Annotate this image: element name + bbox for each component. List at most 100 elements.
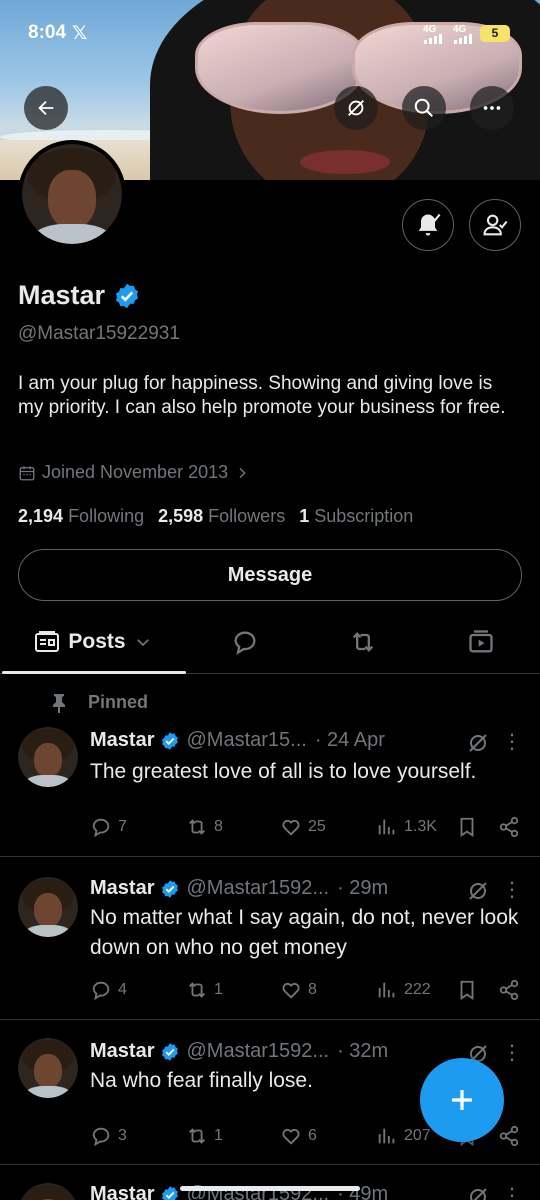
more-icon — [483, 106, 501, 110]
search-icon — [414, 98, 433, 117]
posts-tab-icon — [35, 631, 60, 652]
back-arrow-icon — [38, 100, 54, 116]
grok-icon — [348, 100, 364, 116]
post-item[interactable]: Mastar @Mastar15... · 24 Apr ⋮ The great… — [0, 685, 540, 857]
followers-stat[interactable]: 2,598 Followers — [158, 506, 285, 527]
signal-icon — [454, 34, 472, 44]
share-icon — [499, 816, 519, 838]
chevron-down-icon — [136, 639, 149, 647]
grok-button[interactable] — [334, 86, 378, 130]
reposts-tab-icon — [352, 632, 374, 652]
back-button[interactable] — [24, 86, 68, 130]
grok-icon[interactable] — [466, 1185, 490, 1200]
verified-icon — [160, 1185, 180, 1200]
post-avatar[interactable] — [18, 727, 78, 787]
message-button[interactable]: Message — [18, 549, 522, 601]
reply-icon — [92, 1127, 110, 1147]
profile-handle: @Mastar15922931 — [18, 323, 180, 344]
tab-reposts[interactable] — [304, 612, 422, 672]
tab-replies[interactable] — [186, 612, 304, 672]
post-more-icon[interactable]: ⋮ — [502, 729, 522, 754]
post-item[interactable]: Mastar @Mastar1592... · 29m ⋮ No matter … — [0, 857, 540, 1020]
profile-tabs: Posts — [0, 612, 540, 674]
post-author-name[interactable]: Mastar — [90, 1183, 154, 1200]
post-more-icon[interactable]: ⋮ — [502, 877, 522, 902]
post-more-icon[interactable]: ⋮ — [502, 1040, 522, 1065]
x-logo-icon: 𝕏 — [72, 23, 88, 44]
search-button[interactable] — [402, 86, 446, 130]
profile-stats: 2,194 Following 2,598 Followers 1 Subscr… — [18, 506, 413, 527]
tab-posts-label: Posts — [68, 630, 126, 653]
bookmark-icon — [460, 817, 474, 837]
post-author-handle[interactable]: @Mastar15... — [186, 729, 306, 752]
tab-media[interactable] — [422, 612, 540, 672]
share-icon — [499, 1125, 519, 1147]
tab-posts[interactable]: Posts — [0, 612, 186, 674]
plus-icon — [452, 1090, 472, 1110]
reply-icon — [92, 981, 110, 1001]
like-icon — [282, 1128, 300, 1145]
post-avatar[interactable] — [18, 1038, 78, 1098]
repost-button[interactable]: 1 — [186, 1125, 223, 1147]
views-button[interactable]: 1.3K — [376, 816, 437, 838]
calendar-icon — [19, 465, 35, 480]
share-icon — [499, 979, 519, 1001]
reply-button[interactable]: 7 — [90, 816, 127, 838]
reply-button[interactable]: 4 — [90, 979, 127, 1001]
post-header: Mastar @Mastar1592... · 29m ⋮ — [90, 877, 526, 902]
joined-date[interactable]: Joined November 2013 — [18, 462, 250, 483]
share-button[interactable] — [498, 1125, 520, 1147]
repost-icon — [189, 1128, 205, 1144]
verified-icon — [160, 1042, 180, 1062]
post-text: No matter what I say again, do not, neve… — [90, 906, 519, 959]
share-button[interactable] — [498, 816, 520, 838]
views-button[interactable]: 222 — [376, 979, 431, 1001]
post-text: The greatest love of all is to love your… — [90, 760, 477, 783]
bookmark-icon — [460, 980, 474, 1000]
views-icon — [378, 819, 395, 835]
compose-post-button[interactable] — [420, 1058, 504, 1142]
home-indicator[interactable] — [180, 1186, 360, 1191]
like-button[interactable]: 25 — [280, 816, 326, 838]
notifications-button[interactable] — [402, 199, 454, 251]
repost-button[interactable]: 8 — [186, 816, 223, 838]
post-author-handle[interactable]: @Mastar1592... — [186, 877, 329, 900]
post-time: · 29m — [337, 877, 389, 899]
post-avatar[interactable] — [18, 877, 78, 937]
post-more-icon[interactable]: ⋮ — [502, 1183, 522, 1200]
verified-icon[interactable] — [113, 282, 141, 310]
share-button[interactable] — [498, 979, 520, 1001]
verified-icon — [160, 879, 180, 899]
subscriptions-stat[interactable]: 1 Subscription — [299, 506, 413, 527]
like-button[interactable]: 6 — [280, 1125, 317, 1147]
status-time: 8:04 — [28, 22, 67, 43]
reply-icon — [92, 818, 110, 838]
replies-tab-icon — [234, 631, 256, 655]
like-button[interactable]: 8 — [280, 979, 317, 1001]
post-avatar[interactable] — [18, 1183, 78, 1200]
bookmark-button[interactable] — [456, 816, 478, 838]
post-actions: 7 8 25 1.3K — [90, 816, 520, 840]
post-actions: 4 1 8 222 — [90, 979, 520, 1003]
post-item[interactable]: Mastar @Mastar1592... · 49m ⋮ — [0, 1165, 540, 1200]
repost-icon — [189, 982, 205, 998]
following-stat[interactable]: 2,194 Following — [18, 506, 144, 527]
repost-icon — [189, 819, 205, 835]
post-author-name[interactable]: Mastar — [90, 729, 154, 752]
chevron-right-icon — [239, 467, 246, 478]
profile-name: Mastar — [18, 280, 106, 310]
post-author-name[interactable]: Mastar — [90, 877, 154, 900]
post-author-handle[interactable]: @Mastar1592... — [186, 1040, 329, 1063]
views-button[interactable]: 207 — [376, 1125, 431, 1147]
repost-button[interactable]: 1 — [186, 979, 223, 1001]
profile-avatar[interactable] — [18, 140, 126, 248]
follow-check-icon — [483, 214, 508, 236]
post-author-name[interactable]: Mastar — [90, 1040, 154, 1063]
like-icon — [282, 982, 300, 999]
reply-button[interactable]: 3 — [90, 1125, 127, 1147]
views-icon — [378, 982, 395, 998]
views-icon — [378, 1128, 395, 1144]
bookmark-button[interactable] — [456, 979, 478, 1001]
more-options-button[interactable] — [470, 86, 514, 130]
following-button[interactable] — [469, 199, 521, 251]
